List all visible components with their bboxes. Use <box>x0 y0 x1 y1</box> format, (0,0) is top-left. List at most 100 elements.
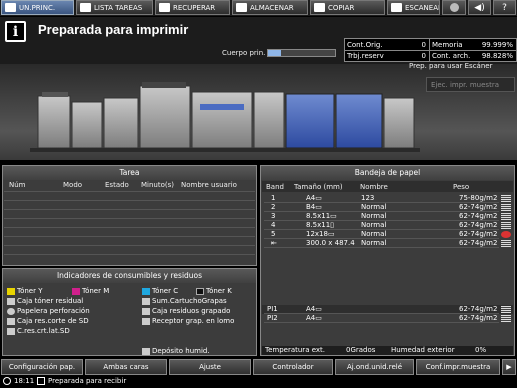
tray-size: 12x18▭ <box>306 230 335 238</box>
sample-print-button[interactable]: Ejec. impr. muestra <box>426 77 515 92</box>
col-peso: Peso <box>453 183 470 191</box>
tray-size: A4▭ <box>306 305 322 313</box>
tab-almacenar[interactable]: ALMACENAR <box>232 0 308 15</box>
tray-row[interactable]: 2 B4▭ Normal 62-74g/m2 <box>264 203 499 212</box>
clock-icon <box>3 377 11 385</box>
tray-band: 3 <box>271 212 276 220</box>
temp-label: Temperatura ext. <box>265 346 325 354</box>
tray-weight: 62-74g/m2 <box>459 305 498 313</box>
adjust-button[interactable]: Ajuste <box>169 359 251 375</box>
tray-name: Normal <box>361 212 387 220</box>
col-estado: Estado <box>105 181 129 189</box>
trim-box-icon <box>7 317 15 325</box>
tab-label: ESCANEAR <box>405 3 440 12</box>
tray-band: 5 <box>271 230 276 238</box>
toner-y-icon <box>7 287 15 295</box>
printer-icon <box>5 3 16 12</box>
help-button[interactable]: ? <box>493 0 516 15</box>
punch-waste-indicator: Papelera perforación <box>7 307 90 315</box>
cont-arch-value: 98.828% <box>481 52 513 60</box>
tray-row[interactable]: 3 8.5x11▭ Normal 62-74g/m2 <box>264 212 499 221</box>
pi-tray-list: PI1 A4▭ 62-74g/m2 PI2 A4▭ 62-74g/m2 <box>262 305 513 325</box>
tab-lista-tareas[interactable]: LISTA TAREAS <box>76 0 153 15</box>
status-bar: 18:11 Preparada para recibir <box>0 376 517 388</box>
tray-weight: 62-74g/m2 <box>459 221 498 229</box>
waste-toner-indicator: Caja tóner residual <box>7 297 83 305</box>
col-nombre-usuario: Nombre usuario <box>181 181 237 189</box>
tray-weight: 62-74g/m2 <box>459 203 498 211</box>
tray-level-icon <box>501 306 511 313</box>
tab-label: COPIAR <box>328 3 355 12</box>
duplex-button[interactable]: Ambas caras <box>85 359 167 375</box>
page-title: Preparada para imprimir <box>38 22 189 37</box>
temp-value: 0Grados <box>346 346 376 354</box>
globe-icon <box>449 3 459 12</box>
tab-recuperar[interactable]: RECUPERAR <box>155 0 230 15</box>
tray-band: ⇤ <box>271 239 277 247</box>
tray-size: A4▭ <box>306 194 322 202</box>
tray-weight: 62-74g/m2 <box>459 314 498 322</box>
tray-size: 8.5x11▯ <box>306 221 335 229</box>
tray-level-icon <box>501 204 511 211</box>
counter-box: Cont.Orig. 0 Memoria 99.999% Trbj.reserv… <box>344 38 517 62</box>
trbj-reserv-value: 0 <box>421 52 426 60</box>
tray-size: 300.0 x 487.4 <box>306 239 355 247</box>
tray-warning-icon <box>501 231 511 238</box>
waste-box-icon <box>7 297 15 305</box>
tray-band: 2 <box>271 203 276 211</box>
controller-button[interactable]: Controlador <box>253 359 333 375</box>
toner-k-indicator: Tóner K <box>196 287 232 295</box>
tray-row[interactable]: ⇤ 300.0 x 487.4 Normal 62-74g/m2 <box>264 239 499 248</box>
environment-bar: Temperatura ext. 0Grados Humedad exterio… <box>262 346 513 355</box>
chevron-right-icon: ▶ <box>506 363 512 371</box>
tray-name: Normal <box>361 239 387 247</box>
tray-weight: 75-80g/m2 <box>459 194 498 202</box>
toner-c-icon <box>142 287 150 295</box>
tab-un-princ[interactable]: UN.PRINC. <box>1 0 74 15</box>
tray-row[interactable]: 1 A4▭ 123 75-80g/m2 <box>264 194 499 203</box>
tray-name: Normal <box>361 221 387 229</box>
tray-name: Normal <box>361 230 387 238</box>
tray-row[interactable]: 5 12x18▭ Normal 62-74g/m2 <box>264 230 499 239</box>
tray-list: 1 A4▭ 123 75-80g/m2 2 B4▭ Normal 62-74g/m2 3 8.5x… <box>262 194 513 256</box>
globe-button[interactable] <box>442 0 466 15</box>
tray-name: Normal <box>361 203 387 211</box>
tray-level-icon <box>501 240 511 247</box>
toner-c-indicator: Tóner C <box>142 287 178 295</box>
scan-icon <box>391 3 402 12</box>
relay-adjust-button[interactable]: Aj.ond.unid.relé <box>335 359 414 375</box>
recall-icon <box>159 3 170 12</box>
tab-label: RECUPERAR <box>173 3 216 12</box>
status-message: Preparada para recibir <box>48 377 127 385</box>
next-arrow-button[interactable]: ▶ <box>502 359 516 375</box>
receive-icon <box>37 377 45 385</box>
job-list-icon <box>80 3 91 12</box>
tray-level-icon <box>501 222 511 229</box>
humidity-label: Humedad exterior <box>391 346 455 354</box>
col-num: Núm <box>9 181 26 189</box>
tarea-panel: Tarea Núm Modo Estado Minuto(s) Nombre u… <box>2 165 257 266</box>
tray-name: 123 <box>361 194 375 202</box>
pi-tray-row[interactable]: PI1 A4▭ 62-74g/m2 <box>264 305 499 314</box>
humidity-value: 0% <box>475 346 487 354</box>
tray-band: PI2 <box>267 314 278 322</box>
staple-icon <box>142 297 150 305</box>
tab-copiar[interactable]: COPIAR <box>310 0 385 15</box>
tab-escanear[interactable]: ESCANEAR <box>387 0 440 15</box>
tray-band: 4 <box>271 221 276 229</box>
pi-tray-row[interactable]: PI2 A4▭ 62-74g/m2 <box>264 314 499 323</box>
store-icon <box>236 3 247 12</box>
tray-row[interactable]: 4 8.5x11▯ Normal 62-74g/m2 <box>264 221 499 230</box>
col-nombre: Nombre <box>360 183 388 191</box>
toner-k-icon <box>196 287 204 295</box>
printer-machine-illustration[interactable] <box>30 82 420 156</box>
tray-weight: 62-74g/m2 <box>459 230 498 238</box>
status-time: 18:11 <box>14 377 35 385</box>
bandeja-title: Bandeja de papel <box>261 166 514 180</box>
tray-level-icon <box>501 315 511 322</box>
trim-box-icon <box>7 327 15 335</box>
tray-level-icon <box>501 213 511 220</box>
volume-button[interactable]: ◀) <box>468 0 491 15</box>
paper-config-button[interactable]: Configuración pap. <box>1 359 83 375</box>
sample-print-config-button[interactable]: Conf.impr.muestra <box>416 359 500 375</box>
